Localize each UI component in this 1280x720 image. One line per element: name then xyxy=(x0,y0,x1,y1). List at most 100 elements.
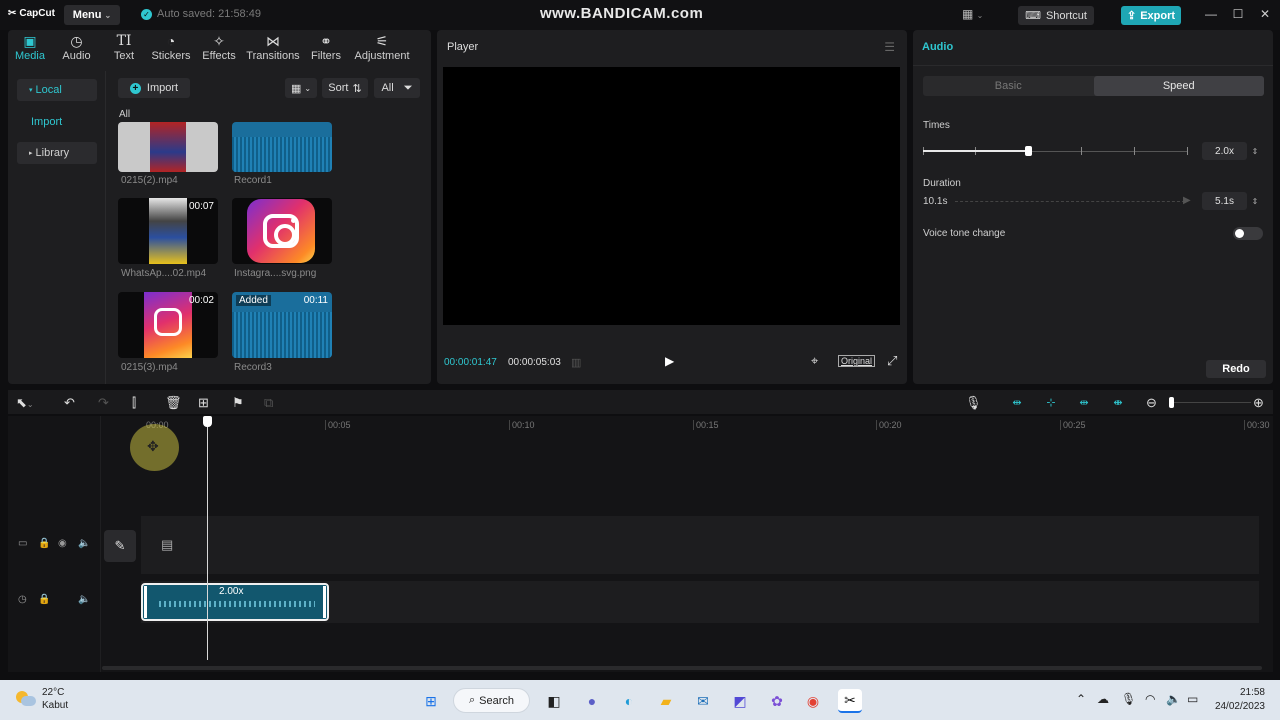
playhead[interactable] xyxy=(207,422,208,660)
maximize-icon[interactable]: ☐ xyxy=(1231,7,1245,21)
slider-tick xyxy=(1134,147,1135,155)
tab-speed[interactable]: Speed xyxy=(1093,76,1264,96)
filter-button[interactable]: All ⏷ xyxy=(374,78,420,98)
system-clock[interactable]: 21:58 24/02/2023 xyxy=(1213,686,1265,714)
lock-icon[interactable]: 🔒 xyxy=(38,594,50,605)
tab-media[interactable]: ▣ Media xyxy=(8,30,52,66)
battery-icon[interactable]: ▭ xyxy=(1187,692,1198,706)
media-thumbnail[interactable]: 00:02 xyxy=(118,292,218,358)
stepper-icon[interactable]: ⇕ xyxy=(1249,192,1261,210)
chrome-icon[interactable]: ◉ xyxy=(801,689,825,713)
microphone-icon[interactable]: 🎙 xyxy=(965,395,982,411)
export-button[interactable]: ⇪ Export xyxy=(1121,6,1181,25)
tab-basic[interactable]: Basic xyxy=(923,76,1094,96)
slider-tick xyxy=(1187,147,1188,155)
sidebar-item-import[interactable]: Import xyxy=(17,111,97,133)
network-cloud-icon[interactable]: ☁ xyxy=(1097,692,1109,706)
tab-text[interactable]: TI Text xyxy=(101,30,147,66)
tab-effects[interactable]: ✧ Effects xyxy=(195,30,243,66)
link-main-track-icon[interactable]: ⇹ xyxy=(1008,396,1026,409)
tab-transitions[interactable]: ⋈ Transitions xyxy=(243,30,303,66)
crop-icon[interactable]: ⧉ xyxy=(264,395,273,411)
file-explorer-icon[interactable]: ▰ xyxy=(654,689,678,713)
taskbar-search[interactable]: ⌕ Search xyxy=(453,688,530,713)
volume-icon[interactable]: 🔈 xyxy=(1166,692,1181,706)
zoom-handle[interactable] xyxy=(1169,397,1174,408)
weather-widget[interactable]: 22°C Kabut xyxy=(16,686,68,712)
preview-axis-icon[interactable]: ⇼ xyxy=(1109,396,1127,409)
tab-filters[interactable]: ⚭ Filters xyxy=(303,30,349,66)
duration-value-input[interactable]: 5.1s xyxy=(1202,192,1247,210)
photos-icon[interactable]: ✿ xyxy=(765,689,789,713)
media-thumbnail[interactable]: Added 00:11 xyxy=(232,292,332,358)
sidebar-item-library[interactable]: ▸ Library xyxy=(17,142,97,164)
media-thumbnail[interactable] xyxy=(232,122,332,172)
timecode-grid-icon: ▥ xyxy=(571,357,582,369)
audio-clip[interactable]: 2.00x xyxy=(141,583,329,621)
clip-trim-handle-left[interactable] xyxy=(144,586,147,618)
speed-value-input[interactable]: 2.0x xyxy=(1202,142,1247,160)
zoom-out-icon[interactable]: ⊖ xyxy=(1146,395,1157,411)
redo-icon[interactable]: ↷ xyxy=(98,395,109,411)
tab-adjustment[interactable]: ⚟ Adjustment xyxy=(349,30,415,66)
shortcut-button[interactable]: ⌨ Shortcut xyxy=(1018,6,1094,25)
media-thumbnail[interactable]: 00:07 xyxy=(118,198,218,264)
cover-edit-button[interactable]: ✎ xyxy=(104,530,136,562)
stickers-icon: ◔ xyxy=(166,33,176,49)
focus-frame-icon[interactable]: ⌖ xyxy=(811,353,818,369)
capcut-taskbar-icon[interactable]: ✂ xyxy=(838,689,862,713)
auto-snap-icon[interactable]: ⊹ xyxy=(1042,396,1060,409)
slider-handle[interactable] xyxy=(1025,146,1032,156)
voice-tone-toggle[interactable] xyxy=(1233,227,1263,240)
tab-audio[interactable]: ◷ Audio xyxy=(52,30,101,66)
ratio-original-button[interactable]: Original xyxy=(838,355,876,367)
app-icon[interactable]: ◩ xyxy=(728,689,752,713)
split-icon[interactable]: ⫿ xyxy=(132,395,136,411)
sidebar-item-local[interactable]: ▾ Local xyxy=(17,79,97,101)
speaker-icon[interactable]: 🔈 xyxy=(78,594,90,605)
view-mode-button[interactable]: ▦ ⌄ xyxy=(285,78,317,98)
teams-chat-icon[interactable]: ● xyxy=(580,689,604,713)
playhead-handle[interactable] xyxy=(203,416,212,427)
minimize-icon[interactable]: — xyxy=(1204,7,1218,21)
media-thumbnail[interactable] xyxy=(232,198,332,264)
zoom-slider[interactable] xyxy=(1171,402,1251,403)
linkage-icon[interactable]: ⇹ xyxy=(1075,396,1093,409)
ruler-tick xyxy=(693,420,694,430)
stepper-icon[interactable]: ⇕ xyxy=(1249,142,1261,160)
clock-time: 21:58 xyxy=(1239,687,1265,698)
freeze-frame-icon[interactable]: ⊞ xyxy=(198,395,209,411)
hamburger-menu-icon[interactable]: ☰ xyxy=(884,40,895,54)
zoom-in-icon[interactable]: ⊕ xyxy=(1253,395,1264,411)
media-name: WhatsAp....02.mp4 xyxy=(121,268,207,279)
timeline-scrollbar[interactable] xyxy=(102,666,1262,670)
video-track[interactable] xyxy=(141,516,1259,574)
edge-browser-icon[interactable]: ◐ xyxy=(617,689,641,713)
layout-icon[interactable]: ▦ ⌄ xyxy=(962,7,983,21)
windows-start-icon[interactable]: ⊞ xyxy=(419,689,443,713)
speaker-icon[interactable]: 🔈 xyxy=(78,538,90,549)
chevron-up-icon[interactable]: ⌃ xyxy=(1076,692,1086,706)
clip-trim-handle-right[interactable] xyxy=(323,586,326,618)
select-cursor-icon[interactable]: ⬉⌄ xyxy=(16,395,34,411)
tab-stickers[interactable]: ◔ Stickers xyxy=(147,30,195,66)
menu-button[interactable]: Menu ⌄ xyxy=(64,5,120,25)
task-view-icon[interactable]: ◧ xyxy=(542,689,566,713)
import-button[interactable]: + Import xyxy=(118,78,190,98)
mail-icon[interactable]: ✉ xyxy=(691,689,715,713)
media-thumbnail[interactable] xyxy=(118,122,218,172)
lock-icon[interactable]: 🔒 xyxy=(38,538,50,549)
windows-taskbar: 22°C Kabut ⊞ ⌕ Search ◧ ● ◐ ▰ ✉ ◩ ✿ ◉ ✂ … xyxy=(0,680,1280,720)
wifi-icon[interactable]: ◠ xyxy=(1145,692,1155,706)
redo-button[interactable]: Redo xyxy=(1206,360,1266,378)
fullscreen-icon[interactable]: ⤢ xyxy=(887,353,897,369)
play-icon[interactable]: ▶ xyxy=(665,354,674,368)
microphone-icon[interactable]: 🎙 xyxy=(1121,692,1136,706)
close-icon[interactable]: ✕ xyxy=(1258,7,1272,21)
sort-button[interactable]: Sort ⇅ xyxy=(322,78,368,98)
undo-icon[interactable]: ↶ xyxy=(64,395,75,411)
video-viewport[interactable] xyxy=(443,67,900,325)
eye-icon[interactable]: ◉ xyxy=(58,538,67,549)
delete-icon[interactable]: 🗑 xyxy=(165,395,182,411)
marker-flag-icon[interactable]: ⚑ xyxy=(232,395,244,411)
